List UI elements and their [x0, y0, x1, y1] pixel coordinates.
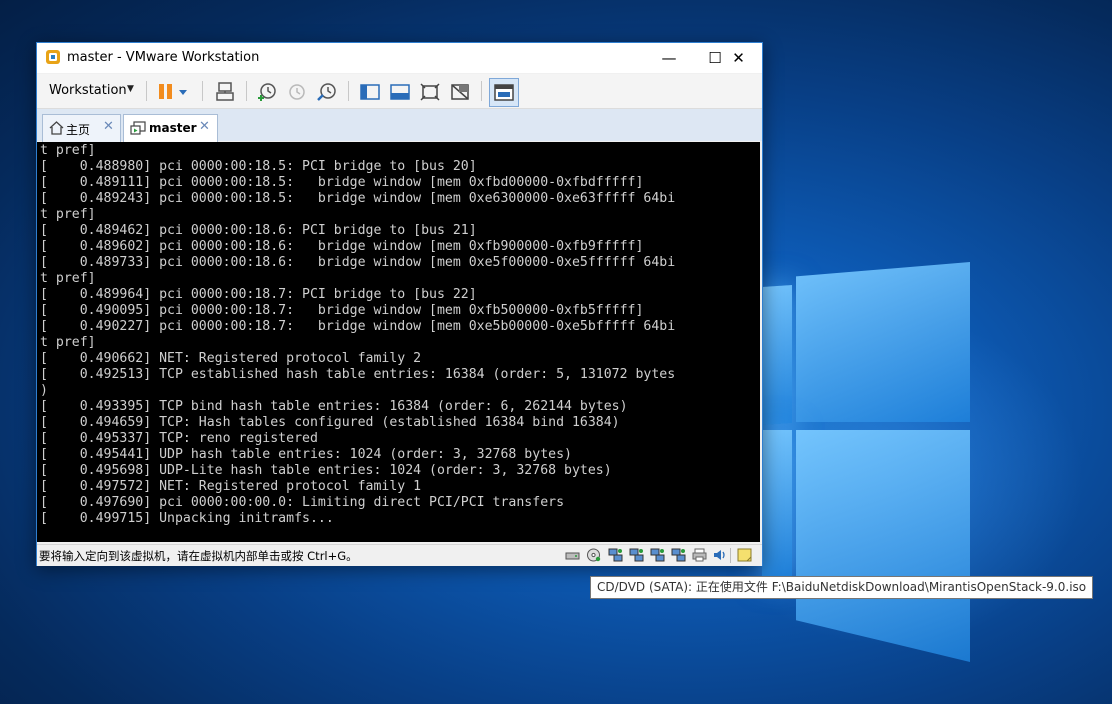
- home-icon: [49, 121, 64, 135]
- network-adapter-icon[interactable]: [629, 548, 644, 562]
- network-adapter-icon[interactable]: [671, 548, 686, 562]
- console-line: [ 0.489602] pci 0000:00:18.6: bridge win…: [40, 239, 644, 254]
- console-line: [ 0.495337] TCP: reno registered: [40, 431, 318, 446]
- status-bar: 要将输入定向到该虚拟机，请在虚拟机内部单击或按 Ctrl+G。: [37, 544, 762, 566]
- toolbar: Workstation ▼: [37, 74, 762, 109]
- console-line: [ 0.489111] pci 0000:00:18.5: bridge win…: [40, 175, 644, 190]
- vmware-app-icon: [46, 50, 60, 64]
- tab-master-label: master: [149, 121, 197, 135]
- thumbnail-view-button[interactable]: [489, 78, 519, 107]
- snapshot-manager-icon[interactable]: [316, 81, 338, 103]
- console-line: [ 0.489243] pci 0000:00:18.5: bridge win…: [40, 191, 676, 206]
- console-output: t pref][ 0.488980] pci 0000:00:18.5: PCI…: [40, 143, 675, 527]
- console-line: [ 0.488980] pci 0000:00:18.5: PCI bridge…: [40, 159, 477, 174]
- title-bar[interactable]: master - VMware Workstation — ☐ ✕: [37, 43, 762, 73]
- console-line: t pref]: [40, 207, 96, 222]
- workstation-menu[interactable]: Workstation: [49, 83, 127, 98]
- vm-icon: [130, 121, 146, 135]
- minimize-button[interactable]: —: [646, 43, 692, 73]
- window-title: master - VMware Workstation: [67, 50, 260, 65]
- vmware-window: master - VMware Workstation — ☐ ✕ Workst…: [36, 42, 763, 566]
- network-adapter-icon[interactable]: [608, 548, 623, 562]
- printer-icon[interactable]: [692, 548, 707, 562]
- console-line: [ 0.493395] TCP bind hash table entries:…: [40, 399, 628, 414]
- toolbar-divider: [348, 81, 349, 101]
- message-log-icon[interactable]: [737, 548, 752, 562]
- status-message: 要将输入定向到该虚拟机，请在虚拟机内部单击或按 Ctrl+G。: [39, 549, 358, 563]
- toolbar-divider: [146, 81, 147, 101]
- console-line: [ 0.497572] NET: Registered protocol fam…: [40, 479, 422, 494]
- console-line: ): [40, 383, 48, 398]
- network-adapter-icon[interactable]: [650, 548, 665, 562]
- console-line: [ 0.489733] pci 0000:00:18.6: bridge win…: [40, 255, 676, 270]
- console-view-icon[interactable]: [389, 81, 411, 103]
- console-line: [ 0.490662] NET: Registered protocol fam…: [40, 351, 422, 366]
- cd-dvd-tooltip: CD/DVD (SATA): 正在使用文件 F:\BaiduNetdiskDow…: [590, 576, 1094, 599]
- sidebar-toggle-icon[interactable]: [359, 81, 381, 103]
- console-line: [ 0.495441] UDP hash table entries: 1024…: [40, 447, 572, 462]
- close-icon[interactable]: ✕: [103, 119, 114, 134]
- console-line: t pref]: [40, 271, 96, 286]
- snapshot-take-icon[interactable]: [256, 81, 278, 103]
- vm-console[interactable]: t pref][ 0.488980] pci 0000:00:18.5: PCI…: [37, 142, 760, 542]
- fullscreen-icon[interactable]: [419, 81, 441, 103]
- toolbar-divider: [246, 81, 247, 101]
- thumbnail-view-icon: [494, 84, 514, 101]
- console-line: [ 0.499715] Unpacking initramfs...: [40, 511, 334, 526]
- snapshot-revert-icon[interactable]: [286, 81, 308, 103]
- send-ctrl-alt-del-icon[interactable]: [214, 81, 236, 103]
- console-line: [ 0.490095] pci 0000:00:18.7: bridge win…: [40, 303, 644, 318]
- unity-icon[interactable]: [449, 81, 471, 103]
- console-line: [ 0.489964] pci 0000:00:18.7: PCI bridge…: [40, 287, 477, 302]
- tab-strip: 主页 ✕ master ✕: [37, 109, 762, 142]
- console-line: t pref]: [40, 335, 96, 350]
- console-line: [ 0.492513] TCP established hash table e…: [40, 367, 676, 382]
- close-button[interactable]: ✕: [715, 43, 762, 73]
- status-divider: [730, 548, 731, 563]
- console-line: [ 0.489462] pci 0000:00:18.6: PCI bridge…: [40, 223, 477, 238]
- workstation-menu-caret-icon[interactable]: ▼: [127, 84, 134, 94]
- sound-card-icon[interactable]: [712, 548, 727, 562]
- console-line: [ 0.494659] TCP: Hash tables configured …: [40, 415, 620, 430]
- console-line: [ 0.495698] UDP-Lite hash table entries:…: [40, 463, 612, 478]
- toolbar-divider: [202, 81, 203, 101]
- tab-master[interactable]: master ✕: [123, 114, 218, 142]
- toolbar-divider: [481, 81, 482, 101]
- console-line: t pref]: [40, 143, 96, 158]
- console-line: [ 0.490227] pci 0000:00:18.7: bridge win…: [40, 319, 676, 334]
- cd-dvd-icon[interactable]: [586, 548, 601, 562]
- tab-home-label: 主页: [66, 123, 91, 137]
- dropdown-caret-icon[interactable]: [177, 81, 189, 103]
- pause-icon[interactable]: [156, 81, 178, 103]
- console-line: [ 0.497690] pci 0000:00:00.0: Limiting d…: [40, 495, 565, 510]
- close-icon[interactable]: ✕: [199, 119, 210, 134]
- tab-home[interactable]: 主页 ✕: [42, 114, 121, 142]
- hard-disk-icon[interactable]: [565, 548, 580, 562]
